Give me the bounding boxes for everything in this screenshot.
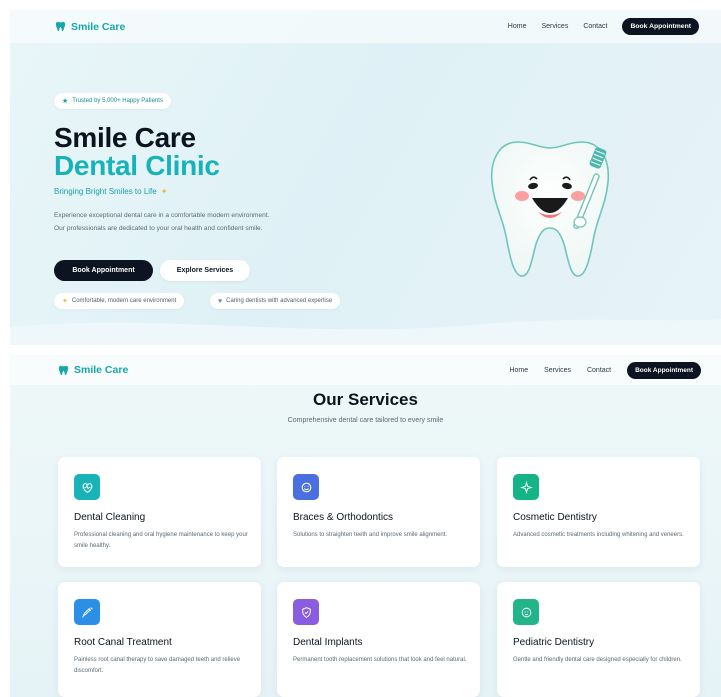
- nav-book-appointment-button[interactable]: Book Appointment: [627, 361, 701, 379]
- service-title: Braces & Orthodontics: [293, 512, 394, 523]
- service-title: Cosmetic Dentistry: [513, 512, 597, 523]
- hero-tagline-text: Bringing Bright Smiles to Life: [54, 187, 157, 196]
- sparkles-icon: [519, 480, 533, 494]
- service-title: Dental Cleaning: [74, 512, 146, 523]
- tooth-icon: [55, 21, 66, 32]
- shield-icon: [301, 606, 311, 618]
- nav-link-services[interactable]: Services: [541, 23, 568, 30]
- nav-book-appointment-button[interactable]: Book Appointment: [622, 18, 699, 35]
- service-title: Pediatric Dentistry: [513, 637, 595, 648]
- services-nav: Smile Care Home Services Contact Book Ap…: [10, 355, 721, 385]
- service-card-cosmetic-dentistry[interactable]: Cosmetic Dentistry Advanced cosmetic tre…: [497, 457, 700, 567]
- nav-link-contact[interactable]: Contact: [583, 23, 607, 30]
- service-card-dental-cleaning[interactable]: Dental Cleaning Professional cleaning an…: [58, 457, 261, 567]
- service-icon-box: [293, 474, 319, 500]
- explore-services-button[interactable]: Explore Services: [160, 260, 250, 281]
- heart-pulse-icon: [82, 482, 92, 493]
- nav-links: Home Services Contact Book Appointment: [508, 18, 699, 35]
- service-description: Painless root canal therapy to save dama…: [74, 657, 241, 674]
- feature-pill-expertise: ♥ Caring dentists with advanced expertis…: [210, 293, 341, 309]
- brand-logo[interactable]: Smile Care: [55, 21, 125, 33]
- syringe-icon: [81, 606, 93, 618]
- hero-wave-decoration: [10, 319, 721, 345]
- service-card-braces-orthodontics[interactable]: Braces & Orthodontics Solutions to strai…: [277, 457, 480, 567]
- trust-badge-text: Trusted by 5,000+ Happy Patients: [72, 98, 163, 104]
- trust-badge: ★ Trusted by 5,000+ Happy Patients: [54, 93, 171, 109]
- feature-pill-comfort-text: Comfortable, modern care environment: [71, 298, 177, 304]
- service-description: Solutions to straighten teeth and improv…: [293, 532, 448, 538]
- nav-link-services[interactable]: Services: [544, 367, 571, 374]
- hand-heart-icon: ♥: [218, 297, 223, 305]
- brand-name: Smile Care: [71, 20, 126, 33]
- services-title: Our Services: [313, 390, 418, 409]
- feature-pill-comfort: ✦ Comfortable, modern care environment: [54, 293, 185, 309]
- nav-link-contact[interactable]: Contact: [587, 367, 611, 374]
- service-description: Professional cleaning and oral hygiene m…: [74, 532, 248, 549]
- sparkle-icon: ✦: [160, 187, 168, 196]
- service-title: Dental Implants: [293, 637, 363, 648]
- tooth-icon: [58, 365, 69, 375]
- hero-tagline: Bringing Bright Smiles to Life ✦: [54, 187, 167, 196]
- service-description: Gentle and friendly dental care designed…: [513, 657, 682, 663]
- service-description: Advanced cosmetic treatments including w…: [513, 532, 684, 538]
- services-subtitle: Comprehensive dental care tailored to ev…: [287, 417, 444, 424]
- service-title: Root Canal Treatment: [74, 637, 172, 648]
- smile-icon: [301, 482, 311, 492]
- brand-logo[interactable]: Smile Care: [58, 364, 128, 376]
- tooth-mascot-illustration: [490, 141, 610, 277]
- service-card-pediatric-dentistry[interactable]: Pediatric Dentistry Gentle and friendly …: [497, 582, 700, 697]
- brand-name: Smile Care: [74, 364, 129, 376]
- service-icon-box: [513, 474, 539, 500]
- top-nav: Smile Care Home Services Contact Book Ap…: [10, 10, 721, 43]
- baby-face-icon: [521, 607, 531, 617]
- star-icon: ★: [62, 98, 69, 105]
- sparkle-icon: ✦: [62, 298, 68, 305]
- service-card-dental-implants[interactable]: Dental Implants Permanent tooth replacem…: [277, 582, 480, 697]
- nav-link-home[interactable]: Home: [508, 23, 527, 30]
- service-icon-box: [74, 599, 100, 625]
- service-card-root-canal[interactable]: Root Canal Treatment Painless root canal…: [58, 582, 261, 697]
- nav-links: Home Services Contact Book Appointment: [509, 361, 701, 379]
- services-section: Smile Care Home Services Contact Book Ap…: [10, 355, 721, 697]
- service-icon-box: [513, 599, 539, 625]
- feature-pill-expertise-text: Caring dentists with advanced expertise: [226, 298, 333, 304]
- hero-description: Experience exceptional dental care in a …: [54, 212, 270, 232]
- book-appointment-button[interactable]: Book Appointment: [54, 260, 153, 281]
- nav-link-home[interactable]: Home: [509, 367, 528, 374]
- hero-title-line2: Dental Clinic: [54, 150, 220, 181]
- service-icon-box: [74, 474, 100, 500]
- service-description: Permanent tooth replacement solutions th…: [293, 657, 467, 663]
- service-icon-box: [293, 599, 319, 625]
- hero-section: Smile Care Home Services Contact Book Ap…: [10, 10, 721, 345]
